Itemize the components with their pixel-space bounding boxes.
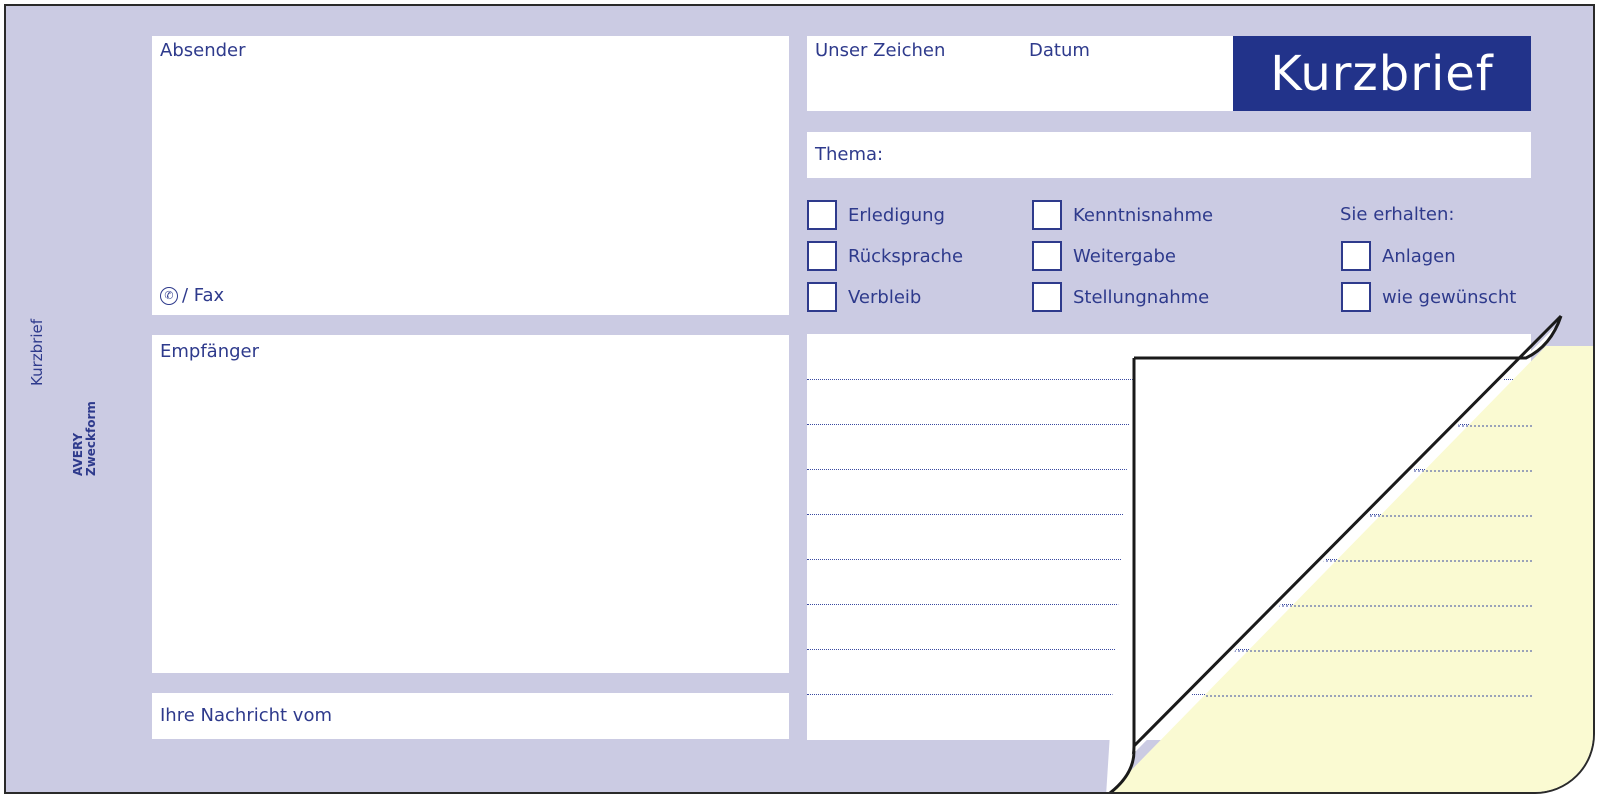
kurzbrief-form: AVERY Zweckform Kurzbrief Absender ✆ / Fa…: [4, 4, 1595, 794]
page-curl-corner: [1106, 314, 1593, 792]
